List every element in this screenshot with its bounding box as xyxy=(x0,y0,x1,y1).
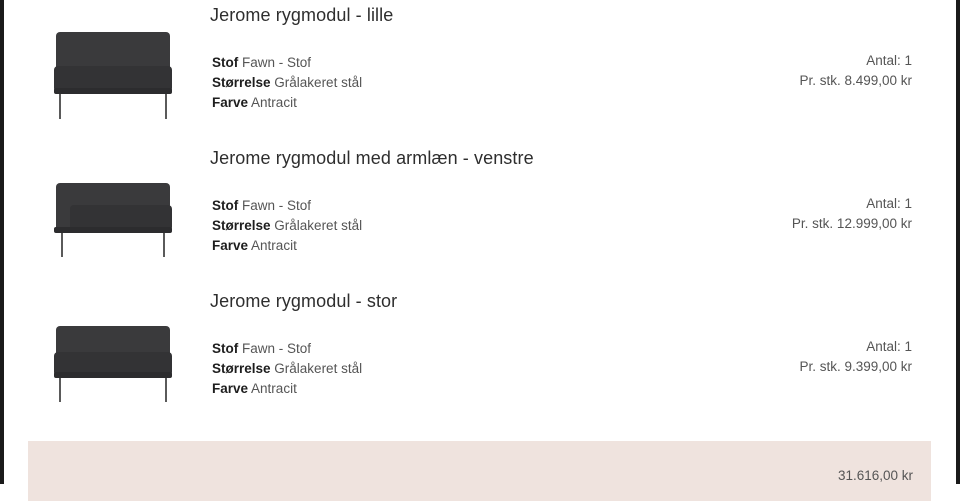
attr-color-key: Farve xyxy=(212,238,249,253)
attr-color-value: Antracit xyxy=(251,381,297,396)
attr-size: Størrelse Grålakeret stål xyxy=(212,216,362,236)
attr-color: Farve Antracit xyxy=(212,236,362,256)
item-pricing: Antal: 1 Pr. stk. 12.999,00 kr xyxy=(792,194,912,234)
item-title[interactable]: Jerome rygmodul - stor xyxy=(210,291,397,312)
attr-size: Størrelse Grålakeret stål xyxy=(212,359,362,379)
sofa-module-image xyxy=(54,32,172,119)
order-total-bar: 31.616,00 kr xyxy=(28,441,931,501)
sofa-module-image xyxy=(54,326,172,402)
attr-size-key: Størrelse xyxy=(212,75,271,90)
attr-fabric: Stof Fawn - Stof xyxy=(212,53,362,73)
item-title[interactable]: Jerome rygmodul - lille xyxy=(210,5,393,26)
attr-fabric: Stof Fawn - Stof xyxy=(212,196,362,216)
item-unit-price: Pr. stk. 8.499,00 kr xyxy=(799,73,912,88)
attr-fabric-value: Fawn - Stof xyxy=(242,341,312,356)
attr-size-key: Størrelse xyxy=(212,218,271,233)
attr-size-value: Grålakeret stål xyxy=(274,218,363,233)
attr-color-key: Farve xyxy=(212,381,249,396)
item-attributes: Stof Fawn - Stof Størrelse Grålakeret st… xyxy=(212,339,362,399)
attr-fabric: Stof Fawn - Stof xyxy=(212,339,362,359)
item-quantity: Antal: 1 xyxy=(866,53,912,68)
attr-fabric-key: Stof xyxy=(212,55,239,70)
attr-fabric-key: Stof xyxy=(212,198,239,213)
attr-size-value: Grålakeret stål xyxy=(274,75,363,90)
attr-fabric-key: Stof xyxy=(212,341,239,356)
item-pricing: Antal: 1 Pr. stk. 8.499,00 kr xyxy=(799,51,912,91)
item-attributes: Stof Fawn - Stof Størrelse Grålakeret st… xyxy=(212,53,362,113)
item-attributes: Stof Fawn - Stof Størrelse Grålakeret st… xyxy=(212,196,362,256)
attr-size-key: Størrelse xyxy=(212,361,271,376)
sofa-module-armrest-image xyxy=(54,183,172,257)
item-unit-price: Pr. stk. 12.999,00 kr xyxy=(791,216,912,231)
attr-color: Farve Antracit xyxy=(212,379,362,399)
attr-size: Størrelse Grålakeret stål xyxy=(212,73,362,93)
cart-item: Jerome rygmodul med armlæn - venstre Sto… xyxy=(0,143,960,285)
item-quantity: Antal: 1 xyxy=(866,196,912,211)
cart-item: Jerome rygmodul - stor Stof Fawn - Stof … xyxy=(0,286,960,428)
attr-color: Farve Antracit xyxy=(212,93,362,113)
item-quantity: Antal: 1 xyxy=(866,339,912,354)
order-summary: Jerome rygmodul - lille Stof Fawn - Stof… xyxy=(0,0,960,501)
attr-color-value: Antracit xyxy=(251,95,297,110)
attr-fabric-value: Fawn - Stof xyxy=(242,55,312,70)
item-unit-price: Pr. stk. 9.399,00 kr xyxy=(799,359,912,374)
order-total-value: 31.616,00 kr xyxy=(837,468,913,483)
cart-item: Jerome rygmodul - lille Stof Fawn - Stof… xyxy=(0,0,960,142)
item-title[interactable]: Jerome rygmodul med armlæn - venstre xyxy=(210,148,534,169)
attr-color-key: Farve xyxy=(212,95,249,110)
attr-color-value: Antracit xyxy=(251,238,297,253)
attr-size-value: Grålakeret stål xyxy=(274,361,363,376)
attr-fabric-value: Fawn - Stof xyxy=(242,198,312,213)
item-pricing: Antal: 1 Pr. stk. 9.399,00 kr xyxy=(799,337,912,377)
